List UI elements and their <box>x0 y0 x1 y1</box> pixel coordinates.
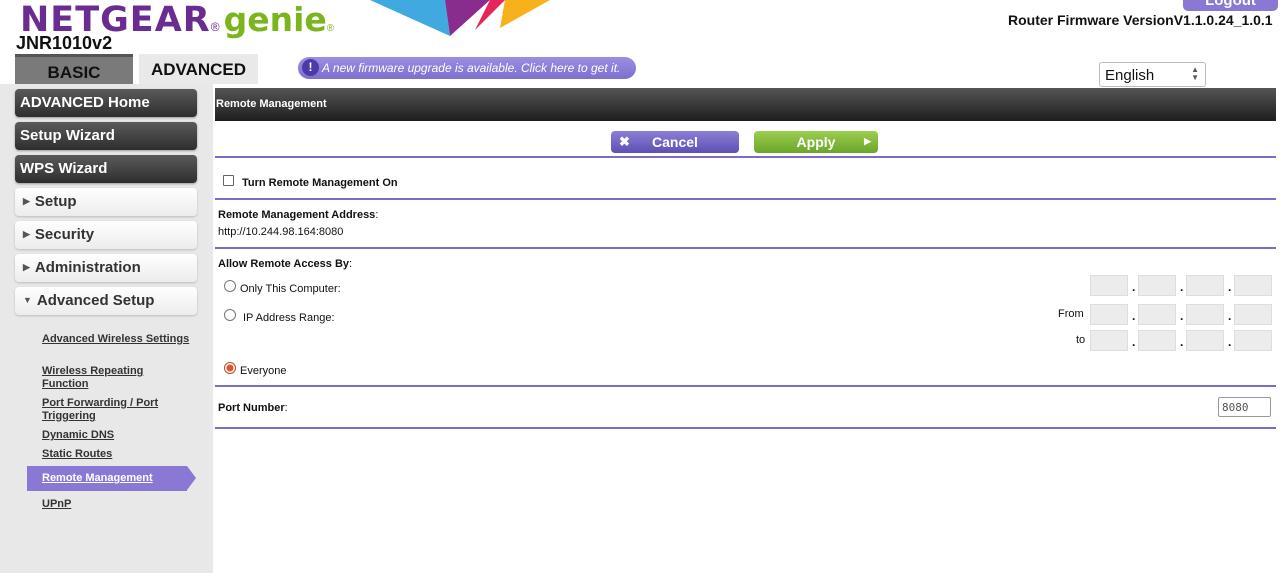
computer-ip-octet-4[interactable] <box>1234 275 1272 296</box>
divider <box>215 247 1276 249</box>
play-arrow-icon: ▶ <box>864 136 871 146</box>
from-label: From <box>1058 308 1084 320</box>
header: NETGEAR ® genie ® JNR1010v2 Logout Route… <box>0 0 1281 87</box>
ip-dot: . <box>1132 280 1136 294</box>
sidebar-item-advanced-home[interactable]: ADVANCED Home <box>15 89 197 117</box>
logo-genie-text: genie <box>223 0 327 39</box>
port-number-label: Port Number <box>218 402 285 414</box>
port-number-label-row: Port Number: <box>218 402 288 414</box>
tab-basic[interactable]: BASIC <box>15 54 133 84</box>
ip-dot: . <box>1132 309 1136 323</box>
router-admin-page: NETGEAR ® genie ® JNR1010v2 Logout Route… <box>0 0 1281 573</box>
triangle-down-icon: ▼ <box>23 295 32 305</box>
remote-address-label-row: Remote Management Address: <box>218 209 378 221</box>
language-selected-value: English <box>1105 67 1155 84</box>
sidebar-link-dynamic-dns[interactable]: Dynamic DNS <box>42 429 192 442</box>
everyone-label: Everyone <box>240 365 287 377</box>
ip-address-range-label: IP Address Range: <box>243 312 335 324</box>
remote-address-label: Remote Management Address <box>218 209 376 221</box>
range-to-octet-3[interactable] <box>1186 330 1224 351</box>
sidebar-link-upnp[interactable]: UPnP <box>42 498 192 511</box>
range-to-octet-1[interactable] <box>1090 330 1128 351</box>
firmware-notice-text: A new firmware upgrade is available. Cli… <box>322 61 621 75</box>
sidebar-item-setup-wizard[interactable]: Setup Wizard <box>15 122 197 150</box>
ip-dot: . <box>1228 309 1232 323</box>
range-from-octet-4[interactable] <box>1234 304 1272 325</box>
ip-dot: . <box>1132 335 1136 349</box>
apply-button-label: Apply <box>796 134 836 150</box>
range-from-octet-3[interactable] <box>1186 304 1224 325</box>
divider <box>215 427 1276 429</box>
logo-registered-mark: ® <box>210 20 220 34</box>
ip-address-range-radio[interactable] <box>224 309 236 321</box>
firmware-version: Router Firmware VersionV1.1.0.24_1.0.1 <box>1008 12 1273 28</box>
ip-dot: . <box>1228 335 1232 349</box>
divider <box>215 156 1276 158</box>
sidebar-section-label: Security <box>34 226 95 243</box>
only-this-computer-radio[interactable] <box>224 280 236 292</box>
computer-ip-octet-3[interactable] <box>1186 275 1224 296</box>
router-model: JNR1010v2 <box>16 33 113 53</box>
select-arrows-icon: ▲ ▼ <box>1191 65 1199 82</box>
sidebar-link-remote-management[interactable]: Remote Management <box>27 466 196 491</box>
ip-dot: . <box>1180 309 1184 323</box>
only-this-computer-label: Only This Computer: <box>240 283 341 295</box>
main-panel: Remote Management ✖ Cancel Apply ▶ Turn … <box>215 88 1276 573</box>
computer-ip-octet-2[interactable] <box>1138 275 1176 296</box>
port-number-input[interactable]: 8080 <box>1218 397 1271 417</box>
turn-remote-management-checkbox[interactable] <box>223 175 234 186</box>
allow-access-label-row: Allow Remote Access By: <box>218 258 352 270</box>
tab-advanced[interactable]: ADVANCED <box>139 54 258 84</box>
sidebar-link-port-forwarding[interactable]: Port Forwarding / Port Triggering <box>42 397 192 423</box>
exclamation-icon: ! <box>302 59 319 76</box>
ip-dot: . <box>1180 280 1184 294</box>
page-title: Remote Management <box>215 88 1276 121</box>
computer-ip-octet-1[interactable] <box>1090 275 1128 296</box>
sidebar-section-label: Administration <box>34 259 141 276</box>
cancel-button-label: Cancel <box>652 134 698 150</box>
sidebar-section-security[interactable]: ▶ Security <box>15 221 197 249</box>
sidebar: ADVANCED Home Setup Wizard WPS Wizard ▶ S… <box>0 84 213 573</box>
triangle-right-icon: ▶ <box>23 262 30 272</box>
decorative-shapes-icon <box>370 0 550 36</box>
sidebar-section-label: Advanced Setup <box>36 292 155 309</box>
range-to-octet-4[interactable] <box>1234 330 1272 351</box>
firmware-upgrade-notice[interactable]: ! A new firmware upgrade is available. C… <box>298 57 636 79</box>
sidebar-section-advanced-setup[interactable]: ▼ Advanced Setup <box>15 287 197 315</box>
sidebar-section-label: Setup <box>34 193 77 210</box>
sidebar-section-setup[interactable]: ▶ Setup <box>15 188 197 216</box>
to-label: to <box>1076 334 1086 346</box>
colon: : <box>375 209 379 221</box>
divider <box>215 385 1276 387</box>
range-to-octet-2[interactable] <box>1138 330 1176 351</box>
ip-dot: . <box>1228 280 1232 294</box>
divider <box>215 198 1276 200</box>
close-icon: ✖ <box>619 134 630 149</box>
range-from-octet-1[interactable] <box>1090 304 1128 325</box>
triangle-right-icon: ▶ <box>23 229 30 239</box>
cancel-button[interactable]: ✖ Cancel <box>611 131 739 153</box>
language-select[interactable]: English ▲ ▼ <box>1099 62 1206 87</box>
colon: : <box>284 402 288 414</box>
ip-dot: . <box>1180 335 1184 349</box>
allow-access-label: Allow Remote Access By <box>218 258 350 270</box>
triangle-right-icon: ▶ <box>23 196 30 206</box>
apply-button[interactable]: Apply ▶ <box>754 131 878 153</box>
sidebar-section-administration[interactable]: ▶ Administration <box>15 254 197 282</box>
turn-remote-management-label: Turn Remote Management On <box>242 177 398 189</box>
colon: : <box>349 258 353 270</box>
everyone-radio[interactable] <box>224 362 236 374</box>
sidebar-item-wps-wizard[interactable]: WPS Wizard <box>15 155 197 183</box>
sidebar-link-advanced-wireless-settings[interactable]: Advanced Wireless Settings <box>42 333 192 346</box>
remote-address-value: http://10.244.98.164:8080 <box>218 226 344 238</box>
logout-button[interactable]: Logout <box>1183 0 1278 11</box>
sidebar-link-wireless-repeating-function[interactable]: Wireless Repeating Function <box>42 365 192 391</box>
range-from-octet-2[interactable] <box>1138 304 1176 325</box>
sidebar-link-static-routes[interactable]: Static Routes <box>42 448 192 461</box>
logo-genie-registered-mark: ® <box>326 23 335 34</box>
